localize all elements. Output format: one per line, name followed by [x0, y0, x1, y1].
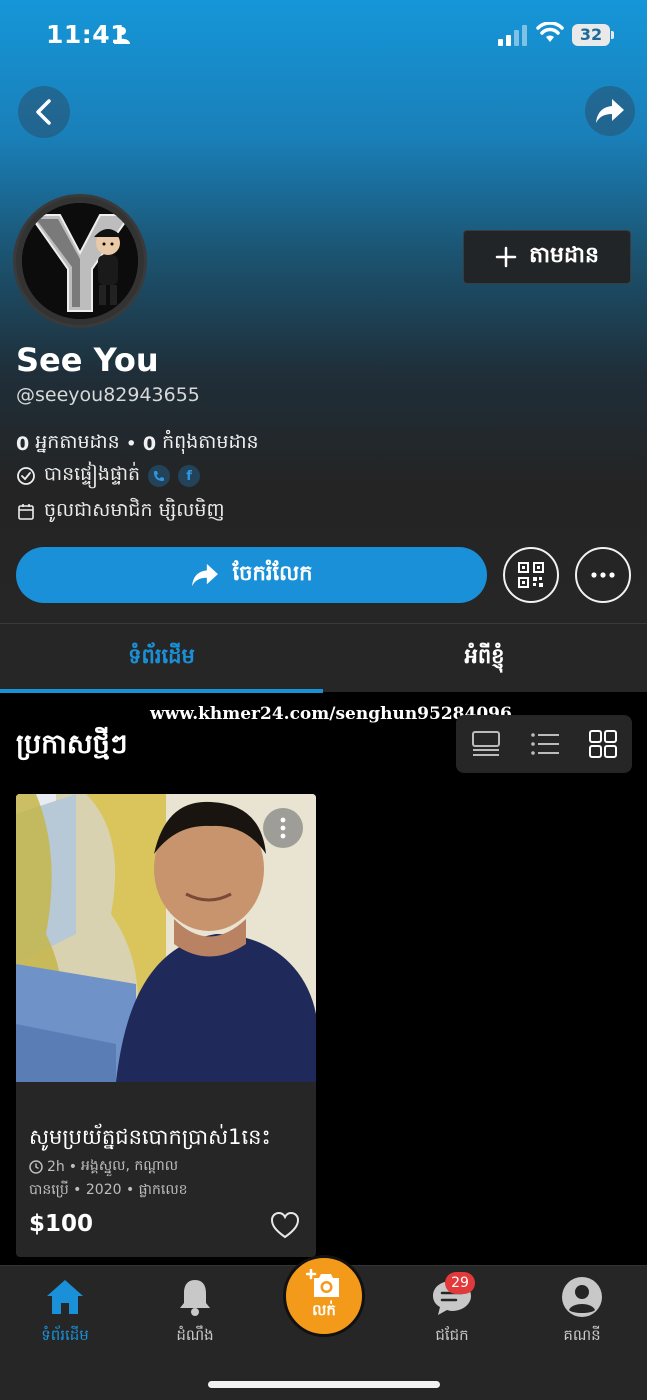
share-profile-button[interactable] [585, 86, 635, 136]
cellular-signal-icon [498, 25, 527, 46]
account-icon [561, 1276, 603, 1318]
verified-label: បានផ្ទៀងផ្ទាត់ [44, 463, 141, 485]
member-since-label: ចូលជាសមាជិក ម្សិលមិញ [44, 499, 225, 521]
nav-chat[interactable]: 29 ជជែក [387, 1266, 517, 1366]
followers-label[interactable]: អ្នកតាមដាន [35, 430, 119, 458]
more-options-button[interactable] [575, 547, 631, 603]
nav-home-label: ទំព័រដើម [41, 1326, 89, 1344]
following-count: 0 [142, 433, 157, 455]
listing-condition: បានប្រើ • 2020 • ផ្លាកលេខ [29, 1182, 188, 1198]
vertical-ellipsis-icon [280, 817, 286, 839]
profile-handle: @seeyou82943655 [16, 384, 200, 406]
wifi-icon [536, 22, 564, 42]
clock-icon [29, 1159, 43, 1174]
sell-button[interactable]: លក់ [283, 1255, 365, 1337]
add-photo-camera-icon [306, 1269, 339, 1297]
phone-verified-icon [148, 465, 171, 487]
nav-notifications[interactable]: ដំណឹង [130, 1266, 260, 1366]
grid-view-icon[interactable] [589, 730, 618, 758]
section-title: ប្រកាសថ្មីៗ [16, 729, 128, 760]
stats-separator: • [125, 433, 137, 455]
nav-account-label: គណនី [563, 1326, 601, 1344]
member-since-row: ចូលជាសមាជិក ម្សិលមិញ [16, 498, 225, 526]
avatar-image [22, 203, 138, 319]
bell-icon [174, 1276, 216, 1318]
check-circle-icon [17, 467, 35, 485]
calendar-icon [18, 504, 34, 520]
verified-row: បានផ្ទៀងផ្ទាត់ f [16, 462, 201, 490]
followers-count: 0 [16, 433, 30, 455]
listing-menu-button[interactable] [263, 808, 303, 848]
tab-about[interactable]: អំពីខ្ញុំ [323, 624, 646, 693]
nav-chat-label: ជជែក [435, 1326, 469, 1344]
avatar-y-logo [22, 203, 138, 319]
nav-notifications-label: ដំណឹង [176, 1326, 214, 1344]
follow-button-label: តាមដាន [529, 243, 599, 268]
battery-nub [611, 31, 614, 39]
back-button[interactable] [18, 86, 70, 138]
listing-time: 2h [47, 1158, 65, 1175]
profile-screen: 11:41 32 តាមដាន See You @seeyou82943655 … [0, 0, 647, 1400]
card-view-icon[interactable] [471, 730, 501, 758]
person-icon [114, 27, 130, 44]
list-view-icon[interactable] [530, 732, 560, 756]
ellipsis-icon [591, 572, 615, 578]
active-tab-indicator [0, 689, 323, 693]
avatar[interactable] [13, 194, 147, 328]
follow-button[interactable]: តាមដាន [463, 230, 631, 284]
meta-separator: • [68, 1158, 78, 1175]
listing-title: សូមប្រយ័ត្នជនបោកប្រាស់1នេះ [29, 1125, 271, 1149]
plus-icon [495, 246, 517, 268]
heart-icon[interactable] [270, 1211, 300, 1239]
facebook-verified-icon: f [178, 465, 201, 487]
listing-meta-row: 2h • អង្គស្នួល, កណ្ដាល [29, 1156, 178, 1177]
tab-home[interactable]: ទំព័រដើម [0, 624, 323, 693]
profile-name: See You [16, 341, 159, 379]
qr-code-icon [518, 562, 544, 588]
home-indicator[interactable] [208, 1381, 440, 1388]
view-mode-switcher [456, 715, 632, 773]
share-arrow-icon [596, 99, 624, 123]
follow-stats: 0 អ្នកតាមដាន • 0 កំពុងតាមដាន [16, 430, 259, 458]
share-arrow-icon [191, 563, 218, 587]
sell-button-label: លក់ [312, 1301, 336, 1319]
listing-location: អង្គស្នួល, កណ្ដាល [81, 1158, 179, 1174]
qr-code-button[interactable] [503, 547, 559, 603]
nav-home[interactable]: ទំព័រដើម [0, 1266, 130, 1366]
share-button-label: ចែករំលែក [232, 560, 313, 585]
listing-price: $100 [29, 1211, 94, 1237]
nav-account[interactable]: គណនី [517, 1266, 647, 1366]
following-label[interactable]: កំពុងតាមដាន [162, 430, 258, 458]
listing-photo [16, 794, 316, 1082]
status-bar: 11:41 32 [0, 0, 647, 70]
listing-card[interactable]: សូមប្រយ័ត្នជនបោកប្រាស់1នេះ 2h • អង្គស្នួ… [16, 794, 316, 1257]
share-button[interactable]: ចែករំលែក [16, 547, 487, 603]
battery-icon: 32 [572, 24, 610, 46]
home-icon [44, 1276, 86, 1318]
chat-badge: 29 [445, 1272, 475, 1294]
chevron-left-icon [36, 99, 51, 125]
profile-tabs: ទំព័រដើម អំពីខ្ញុំ [0, 623, 647, 693]
